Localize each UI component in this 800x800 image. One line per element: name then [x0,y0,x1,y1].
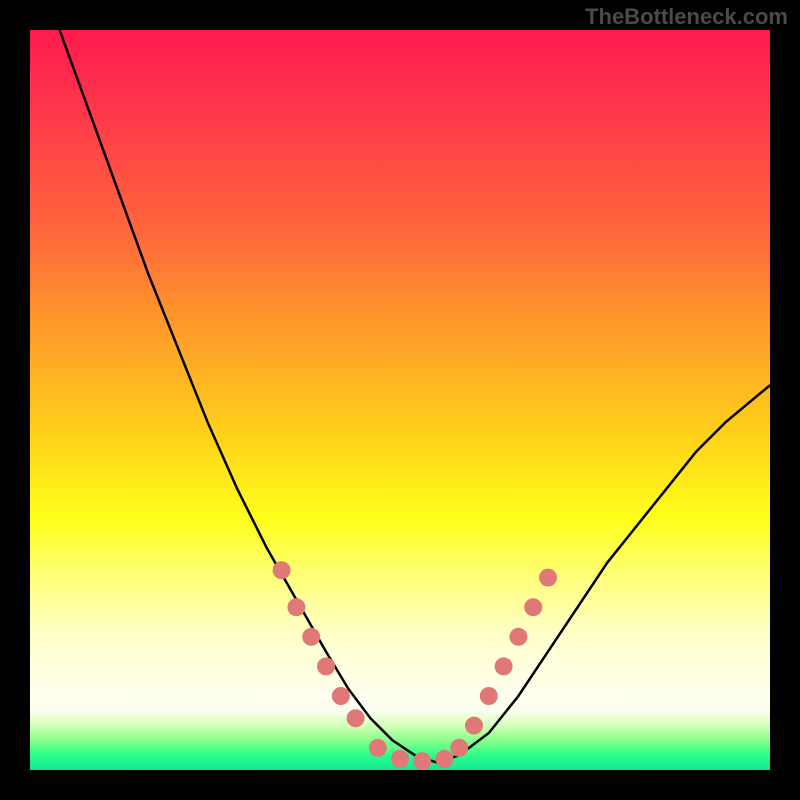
chart-background [30,30,770,770]
watermark-label: TheBottleneck.com [585,4,788,30]
